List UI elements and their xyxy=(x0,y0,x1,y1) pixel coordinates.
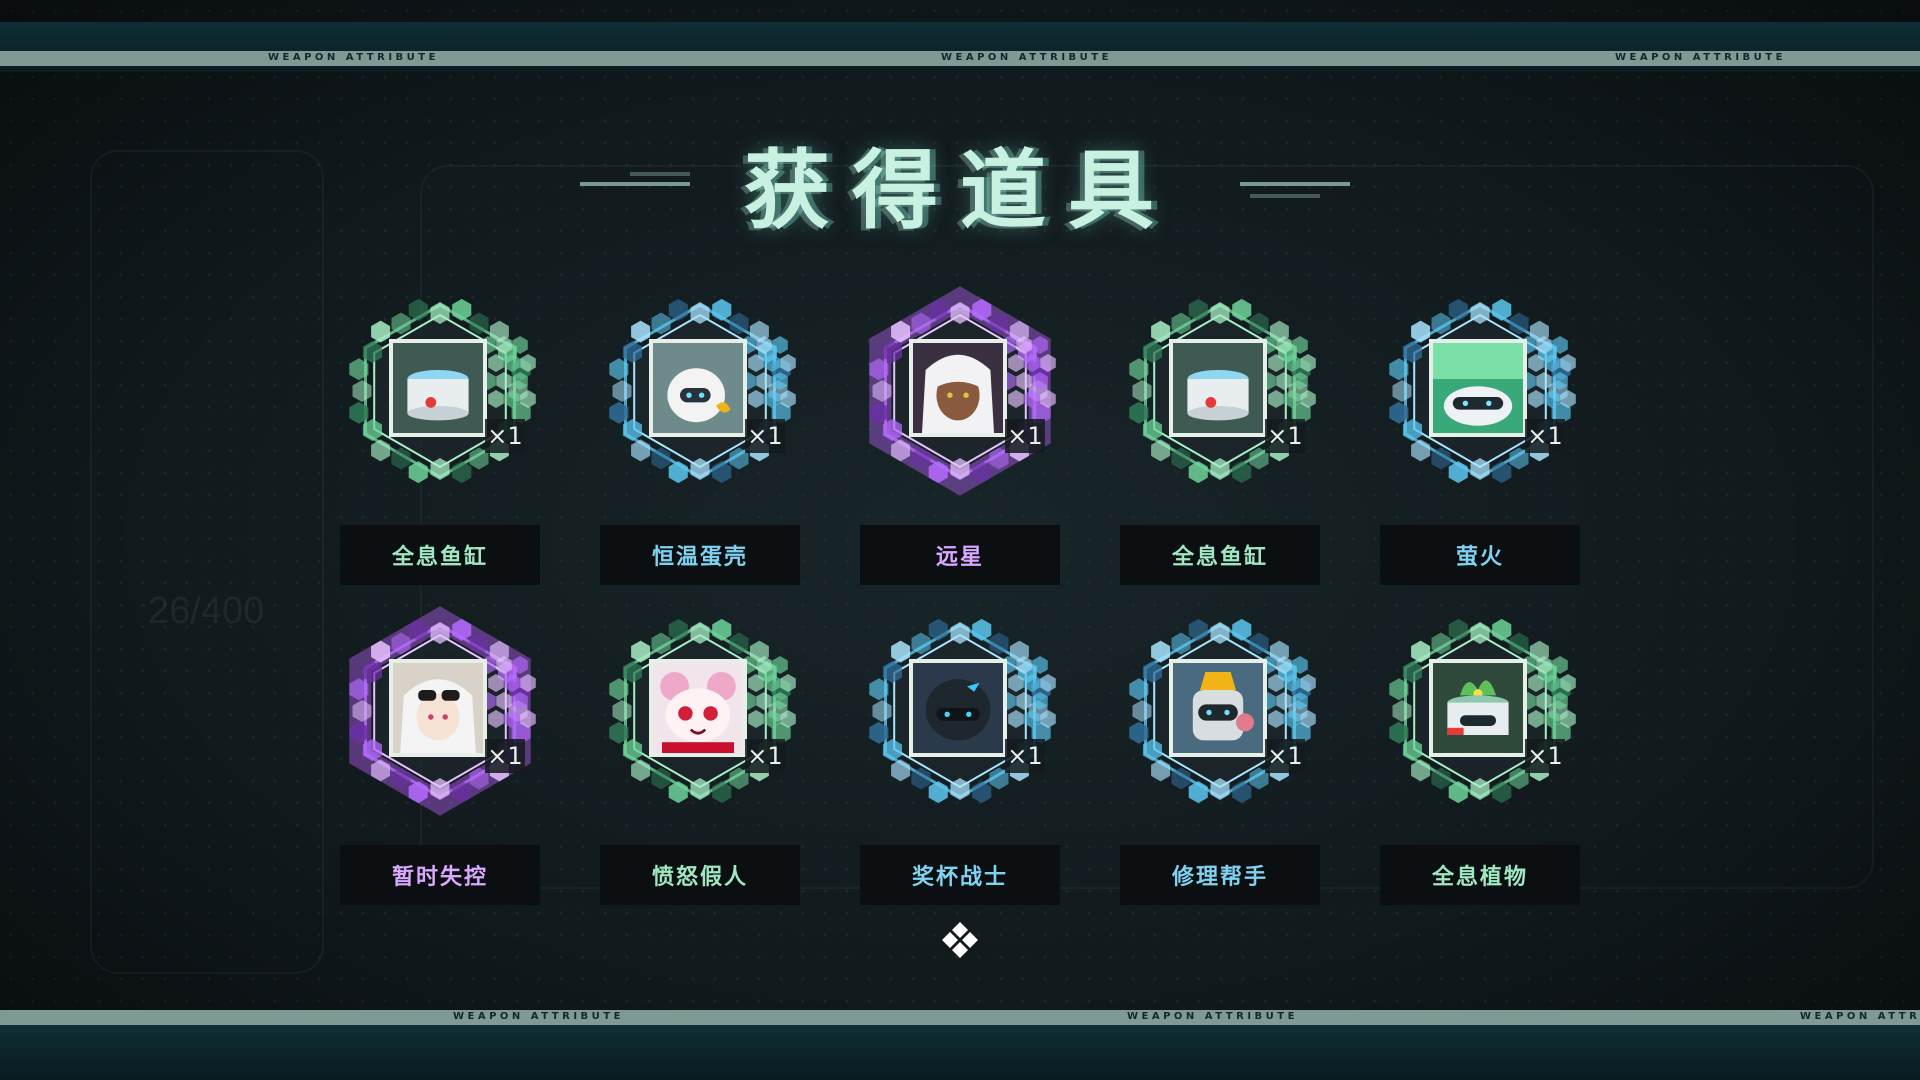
item-name-label: 奖杯战士 xyxy=(860,845,1060,905)
reward-item[interactable]: ×1 奖杯战士 xyxy=(860,615,1060,905)
reward-item[interactable]: ×1 全息鱼缸 xyxy=(1120,295,1320,585)
page-indicator-icon[interactable] xyxy=(940,920,980,960)
bottom-banner-text-1: WEAPON ATTRIBUTE xyxy=(453,1011,624,1022)
reward-item[interactable]: ×1 修理帮手 xyxy=(1120,615,1320,905)
item-quantity: ×1 xyxy=(485,419,525,453)
firefly-robot-icon xyxy=(1429,339,1527,437)
title-area: 获得道具 xyxy=(560,110,1360,250)
top-banner-text-1: WEAPON ATTRIBUTE xyxy=(268,52,439,63)
background-ghost-panel-left xyxy=(90,150,324,974)
top-banner-text-3: WEAPON ATTRIBUTE xyxy=(1615,52,1786,63)
reward-item[interactable]: ×1 恒温蛋壳 xyxy=(600,295,800,585)
item-quantity: ×1 xyxy=(1005,419,1045,453)
item-name-label: 暂时失控 xyxy=(340,845,540,905)
item-name-label: 全息植物 xyxy=(1380,845,1580,905)
item-name-label: 远星 xyxy=(860,525,1060,585)
top-banner-text-2: WEAPON ATTRIBUTE xyxy=(941,52,1112,63)
item-quantity: ×1 xyxy=(1265,419,1305,453)
thermo-eggshell-icon xyxy=(649,339,747,437)
reward-item[interactable]: ×1 暂时失控 xyxy=(340,606,540,905)
reward-item[interactable]: ×1 愤怒假人 xyxy=(600,615,800,905)
bottom-banner-backdrop xyxy=(0,1025,1920,1080)
page-title: 获得道具 xyxy=(744,141,1176,241)
item-quantity: ×1 xyxy=(1525,419,1565,453)
item-name-label: 恒温蛋壳 xyxy=(600,525,800,585)
item-name-label: 愤怒假人 xyxy=(600,845,800,905)
trophy-warrior-icon xyxy=(909,659,1007,757)
item-quantity: ×1 xyxy=(1525,739,1565,773)
bottom-banner: WEAPON ATTRIBUTE WEAPON ATTRIBUTE WEAPON… xyxy=(0,1010,1920,1025)
background-ghost-counter: 26/400 xyxy=(148,590,265,632)
item-quantity: ×1 xyxy=(485,739,525,773)
reward-item[interactable]: ×1 全息植物 xyxy=(1380,615,1580,905)
yuanxing-character-icon xyxy=(909,339,1007,437)
item-name-label: 修理帮手 xyxy=(1120,845,1320,905)
bottom-banner-text-2: WEAPON ATTRIBUTE xyxy=(1127,1011,1298,1022)
item-name-label: 全息鱼缸 xyxy=(340,525,540,585)
item-name-label: 全息鱼缸 xyxy=(1120,525,1320,585)
item-quantity: ×1 xyxy=(745,739,785,773)
item-quantity: ×1 xyxy=(1265,739,1305,773)
angry-dummy-icon xyxy=(649,659,747,757)
reward-item[interactable]: ×1 远星 xyxy=(860,286,1060,585)
item-name-label: 萤火 xyxy=(1380,525,1580,585)
item-quantity: ×1 xyxy=(1005,739,1045,773)
reward-item[interactable]: ×1 萤火 xyxy=(1380,295,1580,585)
temporary-loss-character-icon xyxy=(389,659,487,757)
repair-helper-icon xyxy=(1169,659,1267,757)
bottom-banner-text-3: WEAPON ATTRIBUTE xyxy=(1800,1011,1920,1022)
reward-item[interactable]: ×1 全息鱼缸 xyxy=(340,295,540,585)
item-quantity: ×1 xyxy=(745,419,785,453)
holo-plant-icon xyxy=(1429,659,1527,757)
holo-fishtank-icon xyxy=(1169,339,1267,437)
top-banner: WEAPON ATTRIBUTE WEAPON ATTRIBUTE WEAPON… xyxy=(0,51,1920,66)
holo-fishtank-icon xyxy=(389,339,487,437)
